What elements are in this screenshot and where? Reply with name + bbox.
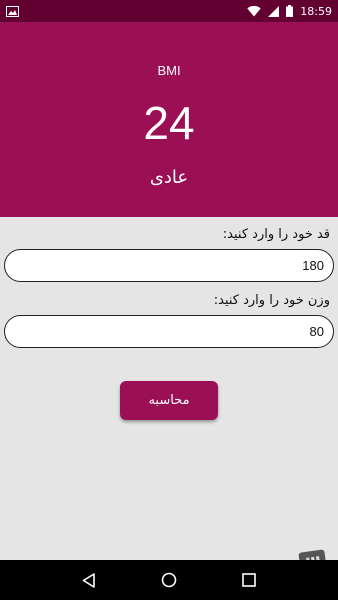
home-icon[interactable] — [161, 572, 177, 588]
status-bar: 18:59 — [0, 0, 338, 22]
height-input[interactable] — [4, 249, 334, 282]
calculate-button[interactable]: محاسبه — [120, 381, 218, 420]
weight-input[interactable] — [4, 315, 334, 348]
input-form: قد خود را وارد کنید: وزن خود را وارد کنی… — [0, 217, 338, 560]
recents-icon[interactable] — [241, 573, 256, 587]
navigation-bar — [0, 560, 338, 600]
bmi-status: عادی — [149, 167, 189, 188]
back-icon[interactable] — [82, 572, 96, 588]
signal-icon — [268, 5, 280, 17]
bmi-label: BMI — [157, 63, 181, 78]
result-header: BMI 24 عادی — [0, 22, 338, 217]
height-label: قد خود را وارد کنید: — [222, 227, 330, 242]
image-notification-icon — [6, 5, 19, 17]
bmi-value: 24 — [143, 97, 195, 149]
status-time: 18:59 — [300, 4, 332, 18]
weight-label: وزن خود را وارد کنید: — [213, 293, 330, 308]
battery-icon — [286, 5, 294, 17]
wifi-icon — [247, 5, 261, 17]
